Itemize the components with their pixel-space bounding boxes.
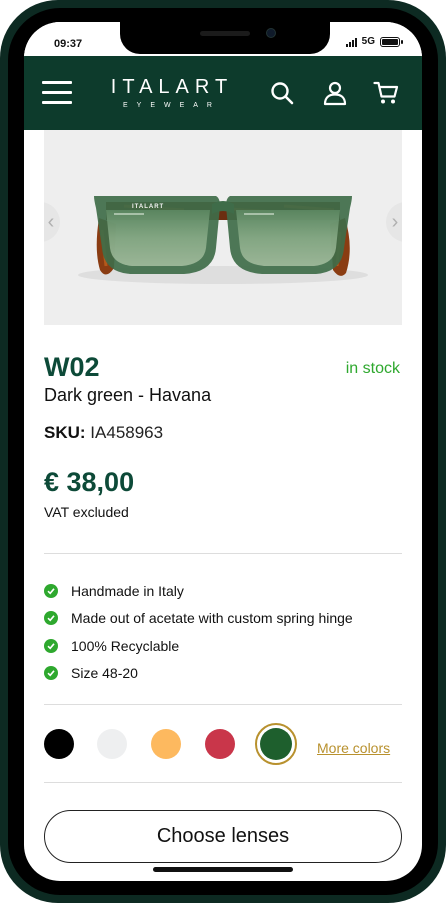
color-swatches: More colors [44, 722, 404, 766]
brand-subtitle: EYEWEAR [122, 102, 221, 109]
search-icon[interactable] [269, 80, 295, 106]
divider [44, 553, 402, 554]
more-colors-link[interactable]: More colors [317, 740, 390, 756]
product-price: € 38,00 [44, 467, 135, 497]
notch [120, 22, 330, 54]
check-icon [44, 611, 58, 626]
check-icon [44, 666, 58, 681]
menu-icon[interactable] [42, 79, 72, 107]
glasses-illustration: ITALART [78, 196, 368, 284]
product-model: W02 [44, 352, 100, 382]
feature-text: Made out of acetate with custom spring h… [71, 610, 353, 627]
feature-item: Handmade in Italy [44, 577, 404, 605]
feature-list: Handmade in Italy Made out of acetate wi… [44, 577, 404, 687]
home-indicator [153, 867, 293, 872]
swatch-yellow[interactable] [151, 729, 181, 759]
front-camera [266, 28, 276, 38]
swatch-red[interactable] [205, 729, 235, 759]
status-time: 09:37 [54, 38, 83, 50]
product-image: ‹ › ITALART [44, 130, 402, 325]
frame-print: ITALART [132, 204, 164, 210]
sku-label: SKU: [44, 423, 86, 442]
speaker [200, 31, 250, 36]
divider [44, 704, 402, 705]
feature-item: Size 48-20 [44, 660, 404, 688]
check-icon [44, 583, 58, 598]
site-header: ITALART EYEWEAR [24, 56, 422, 130]
status-indicators: 5G [345, 36, 403, 47]
divider [44, 782, 402, 783]
network-label: 5G [361, 36, 375, 47]
screen: 09:37 5G ITALART EYEWEAR ‹ › ITALART W02… [24, 22, 422, 881]
status-bar: 09:37 5G [24, 22, 422, 56]
phone-frame: 09:37 5G ITALART EYEWEAR ‹ › ITALART W02… [0, 0, 446, 903]
swatch-white[interactable] [97, 729, 127, 759]
product-variant: Dark green - Havana [44, 385, 212, 405]
feature-text: Handmade in Italy [71, 582, 184, 599]
product-sku: SKU: IA458963 [44, 423, 163, 443]
stock-status: in stock [345, 360, 400, 377]
choose-lenses-button[interactable]: Choose lenses [44, 810, 402, 863]
volume-up-button [0, 200, 2, 260]
volume-down-button [0, 275, 2, 335]
cart-icon[interactable] [373, 80, 399, 106]
battery-icon [380, 36, 403, 47]
feature-item: 100% Recyclable [44, 632, 404, 660]
feature-text: Size 48-20 [71, 665, 138, 682]
brand-name: ITALART [110, 76, 234, 98]
feature-text: 100% Recyclable [71, 637, 180, 654]
vat-note: VAT excluded [44, 504, 129, 520]
mute-switch [0, 140, 2, 170]
sku-value: IA458963 [90, 423, 164, 442]
brand-logo[interactable]: ITALART EYEWEAR [102, 76, 242, 111]
swatch-black[interactable] [44, 729, 74, 759]
signal-icon [345, 37, 357, 47]
check-icon [44, 638, 58, 653]
swatch-dark-green[interactable] [255, 723, 297, 765]
feature-item: Made out of acetate with custom spring h… [44, 605, 404, 633]
user-icon[interactable] [322, 80, 348, 106]
